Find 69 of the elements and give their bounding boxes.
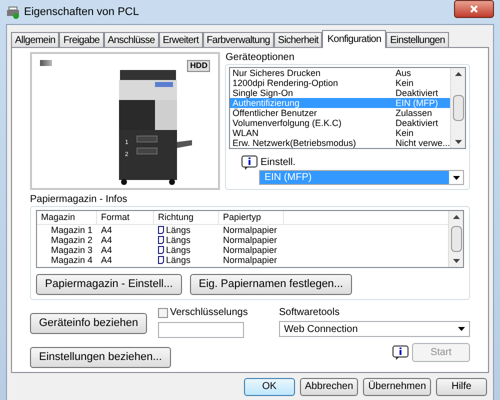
tray-button[interactable]: Papiermagazin - Einstell...	[36, 274, 182, 295]
printer-icon	[6, 6, 20, 18]
device-info-button[interactable]: Geräteinfo beziehen	[30, 313, 148, 334]
scroll-down-arrow-icon[interactable]	[452, 259, 460, 263]
tab[interactable]: Konfiguration	[322, 30, 386, 48]
scroll-thumb[interactable]	[450, 226, 462, 252]
table-cell-text: A4	[100, 255, 114, 265]
option-row[interactable]: Öffentlicher Benutzer Zulassen	[230, 108, 450, 118]
caret-icon	[458, 327, 465, 331]
column-header[interactable]: Papiertyp	[219, 211, 284, 224]
status-icon	[40, 60, 52, 66]
software-tools-label: Softwaretools	[279, 306, 341, 320]
table-cell-text: Normalpapier	[222, 245, 278, 255]
table-cell-text: Normalpapier	[222, 255, 278, 265]
dialog-button[interactable]: Abbrechen	[300, 378, 358, 396]
group-title: Geräteoptionen	[225, 52, 296, 64]
encryption-label: Verschlüsselungs	[170, 306, 248, 320]
table-cell: Längs	[166, 235, 191, 245]
option-row[interactable]: 1200dpi Rendering-Option Kein	[230, 78, 450, 88]
column-header[interactable]: Magazin	[37, 211, 97, 224]
encryption-field[interactable]	[158, 322, 244, 338]
column-header[interactable]: Richtung	[154, 211, 219, 224]
window-title: Eigenschaften von PCL	[24, 4, 139, 20]
dialog-button[interactable]: Hilfe	[436, 378, 487, 396]
group-title: Papiermagazin - Infos	[30, 194, 128, 206]
tab[interactable]: Allgemein	[11, 32, 60, 47]
info-icon	[392, 345, 409, 360]
caret-icon	[452, 176, 460, 180]
tab[interactable]: Erweitert	[158, 32, 203, 47]
table-cell-text: Magazin 3	[50, 245, 94, 255]
option-row[interactable]: Nur Sicheres Drucken Aus	[230, 68, 450, 78]
tray-button[interactable]: Eig. Papiernamen festlegen...	[190, 274, 352, 295]
info-icon	[241, 155, 258, 170]
table-cell-text: A4	[100, 245, 114, 255]
table-cell-text: Normalpapier	[222, 235, 278, 245]
tab[interactable]: Einstellungen	[386, 32, 449, 47]
dialog-button[interactable]: OK	[244, 378, 295, 396]
hdd-badge: HDD	[187, 60, 210, 72]
software-tools-dropdown[interactable]: Web Connection	[279, 321, 470, 337]
table-cell: Längs	[166, 225, 191, 235]
tab[interactable]: Freigabe	[59, 32, 104, 47]
table-cell: Längs	[166, 245, 191, 255]
close-button[interactable]	[454, 0, 494, 18]
option-row[interactable]: Erw. Netzwerk(Betriebsmodus) Nicht verwe...	[230, 138, 450, 148]
option-row[interactable]: WLAN Kein	[230, 128, 450, 138]
scroll-down-arrow-icon[interactable]	[454, 140, 462, 144]
tab[interactable]: Sicherheit	[274, 32, 322, 47]
table-cell-text: Magazin 1	[50, 225, 94, 235]
encryption-checkbox[interactable]	[158, 308, 168, 318]
table-cell-text: Normalpapier	[222, 225, 278, 235]
options-scrollbar[interactable]	[450, 68, 465, 148]
table-cell-text: A4	[100, 235, 114, 245]
option-row[interactable]: Volumenverfolgung (E.K.C) Deaktiviert	[230, 118, 450, 128]
option-row[interactable]: Single Sign-On Deaktiviert	[230, 88, 450, 98]
scroll-thumb[interactable]	[452, 95, 464, 121]
tab[interactable]: Farbverwaltung	[202, 32, 274, 47]
table-scrollbar[interactable]	[448, 211, 463, 267]
close-icon	[470, 5, 478, 13]
table-cell-text: Magazin 2	[50, 235, 94, 245]
table-cell-text: A4	[100, 225, 114, 235]
tab[interactable]: Anschlüsse	[104, 32, 159, 47]
settings-button[interactable]: Einstellungen beziehen...	[30, 347, 171, 368]
table-cell-text: Magazin 4	[50, 255, 94, 265]
scroll-up-arrow-icon[interactable]	[454, 72, 462, 76]
dialog-button[interactable]: Übernehmen	[363, 378, 431, 396]
scroll-up-arrow-icon[interactable]	[452, 215, 460, 219]
table-cell: Längs	[166, 255, 191, 265]
column-header[interactable]: Format	[97, 211, 154, 224]
setting-label: Einstell.	[260, 156, 296, 170]
